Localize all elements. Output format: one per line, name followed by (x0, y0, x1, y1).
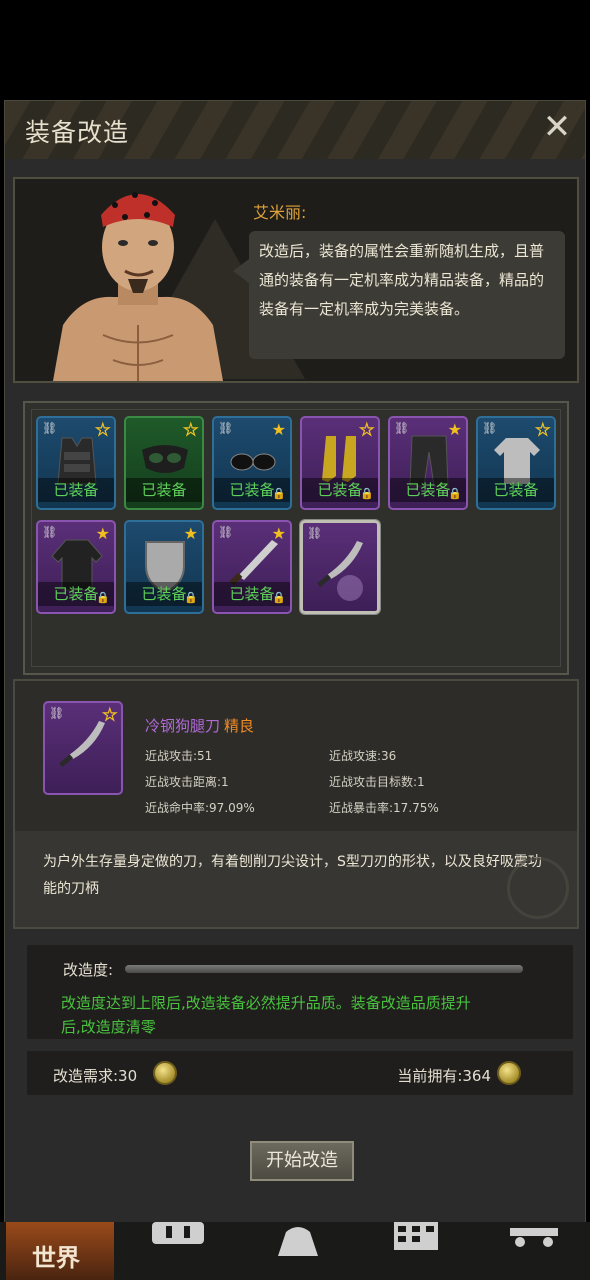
inventory-grid: ⛓ ★ 已装备 ★ 已装备 ⛓ ★ 已装备 🔒 ★ 已装备 🔒 ⛓ ★ 已装备 … (23, 401, 569, 675)
bottle-cap-icon (153, 1061, 177, 1085)
equipped-label: 已装备 (38, 478, 114, 502)
character-icon[interactable] (268, 1222, 328, 1256)
stat-melee-speed: 近战攻速:36 (329, 749, 397, 763)
lock-icon: 🔒 (272, 591, 286, 604)
start-modify-button[interactable]: 开始改造 (250, 1141, 354, 1181)
cost-required: 改造需求:30 (53, 1067, 138, 1085)
item-name-text: 冷钢狗腿刀 (145, 717, 221, 735)
stat-melee-attack: 近战攻击:51 (145, 749, 213, 763)
bottle-cap-icon (497, 1061, 521, 1085)
nav-world-label: 世界 (32, 1244, 80, 1272)
stat-melee-crit: 近战暴击率:17.75% (329, 801, 439, 815)
lock-icon: 🔒 (184, 591, 198, 604)
stat-melee-range: 近战攻击距离:1 (145, 775, 229, 789)
nav-world[interactable]: 世界 (6, 1222, 114, 1280)
close-icon[interactable]: ✕ (537, 107, 577, 147)
lock-icon: 🔒 (96, 591, 110, 604)
modify-progress-box: 改造度: 改造度达到上限后,改造装备必然提升品质。装备改造品质提升后,改造度清零 (27, 945, 573, 1039)
inventory-item-jacket[interactable]: ⛓ ★ 已装备 🔒 (36, 520, 116, 614)
vehicle-icon[interactable] (504, 1222, 564, 1256)
item-description: 为户外生存量身定做的刀，有着刨削刀尖设计，S型刀刃的形状，以及良好吸震功能的刀柄 (43, 854, 542, 897)
cost-owned: 当前拥有:364 (397, 1067, 491, 1085)
modify-progress-bar (125, 965, 523, 973)
panel-title: 装备改造 (25, 118, 130, 147)
inventory-item-kukri-selected[interactable]: ⛓ (300, 520, 380, 614)
inventory-item-sunglasses[interactable]: ⛓ ★ 已装备 🔒 (212, 416, 292, 510)
backpack-icon[interactable] (148, 1222, 208, 1256)
inventory-item-pants[interactable]: ⛓ ★ 已装备 🔒 (388, 416, 468, 510)
radiation-icon (507, 857, 569, 919)
stat-melee-targets: 近战攻击目标数:1 (329, 775, 425, 789)
inventory-item-shield[interactable]: ★ 已装备 🔒 (124, 520, 204, 614)
equipment-modify-panel: 装备改造 ✕ 艾米丽: 改造后，装备的属性会重新随机生成，且普通的装备有一定机率… (4, 100, 586, 1224)
modify-tip: 改造度达到上限后,改造装备必然提升品质。装备改造品质提升后,改造度清零 (61, 994, 471, 1036)
selection-glow (337, 575, 363, 601)
cost-box: 改造需求:30 当前拥有:364 (27, 1051, 573, 1095)
item-name: 冷钢狗腿刀 精良 (145, 715, 254, 736)
lock-icon: 🔒 (272, 487, 286, 500)
inventory-grid-inner: ⛓ ★ 已装备 ★ 已装备 ⛓ ★ 已装备 🔒 ★ 已装备 🔒 ⛓ ★ 已装备 … (31, 409, 561, 667)
item-detail-box: ⛓ ★ 冷钢狗腿刀 精良 近战攻击:51 近战攻速:36 近战攻击距离:1 近战攻… (13, 679, 579, 929)
npc-dialog-box: 艾米丽: 改造后，装备的属性会重新随机生成，且普通的装备有一定机率成为精品装备，… (13, 177, 579, 383)
bottom-nav: 世界 (0, 1222, 590, 1280)
npc-portrait (53, 192, 223, 381)
lock-icon: 🔒 (448, 487, 462, 500)
modify-label: 改造度: (63, 961, 114, 979)
equipped-label: 已装备 (126, 478, 202, 502)
inventory-item-mask[interactable]: ★ 已装备 (124, 416, 204, 510)
npc-name: 艾米丽: (253, 203, 307, 222)
inventory-item-shirt[interactable]: ⛓ ★ 已装备 (476, 416, 556, 510)
inventory-item-machete[interactable]: ⛓ ★ 已装备 🔒 (212, 520, 292, 614)
equipped-label: 已装备 (478, 478, 554, 502)
inventory-item-boots[interactable]: ★ 已装备 🔒 (300, 416, 380, 510)
stat-melee-accuracy: 近战命中率:97.09% (145, 801, 255, 815)
top-black-area (0, 0, 590, 100)
detail-item-icon: ⛓ ★ (43, 701, 123, 795)
item-grade: 精良 (224, 717, 255, 735)
npc-dialog-text: 改造后，装备的属性会重新随机生成，且普通的装备有一定机率成为精品装备，精品的装备… (233, 231, 565, 359)
kukri-icon (59, 721, 105, 768)
inventory-item-vest[interactable]: ⛓ ★ 已装备 (36, 416, 116, 510)
crafting-icon[interactable] (386, 1222, 446, 1256)
lock-icon: 🔒 (360, 487, 374, 500)
